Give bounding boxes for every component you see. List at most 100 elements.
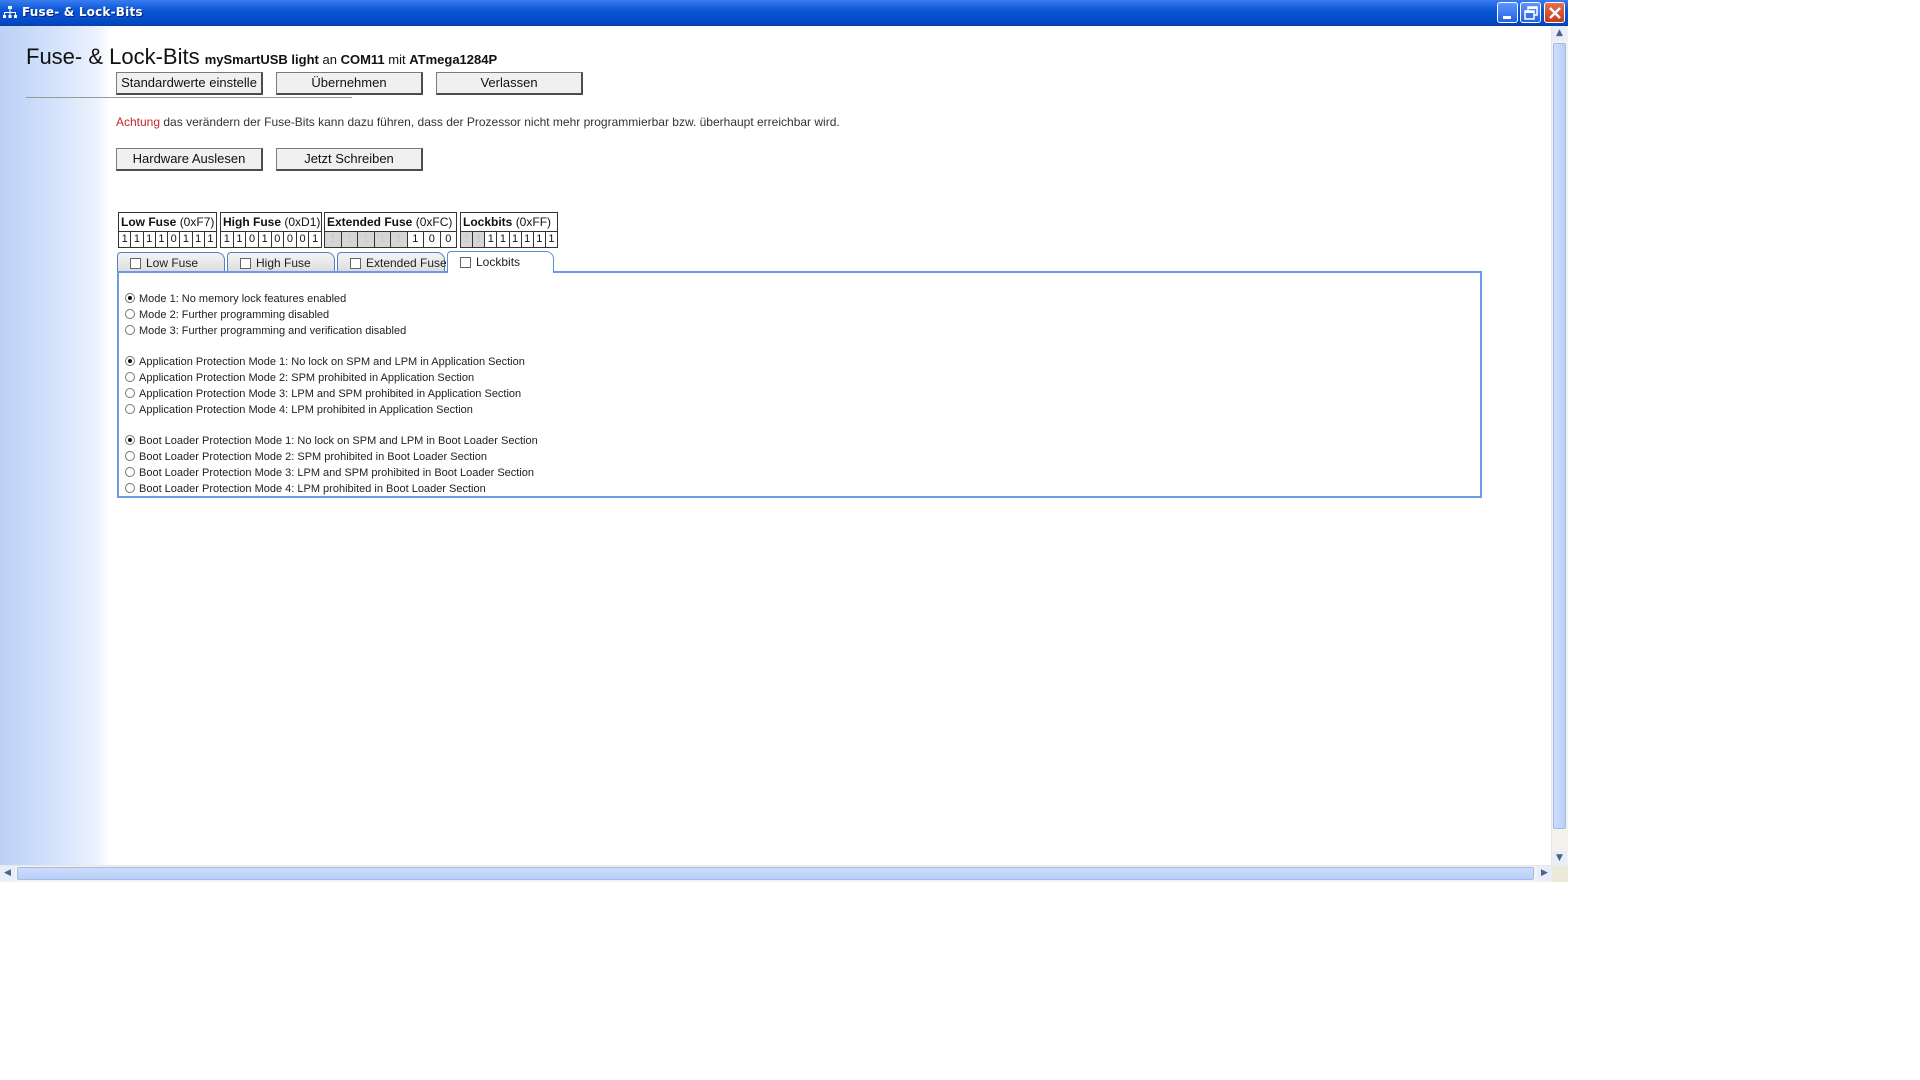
- tab-checkbox[interactable]: [350, 258, 361, 269]
- fuse-hex: (0xD1): [284, 215, 321, 229]
- fuse-bit[interactable]: 1: [205, 232, 216, 247]
- page-heading: Fuse- & Lock-Bits mySmartUSB light an CO…: [26, 44, 497, 70]
- fuse-bit[interactable]: 0: [246, 232, 259, 247]
- vertical-scrollbar[interactable]: ▲ ▼: [1551, 26, 1568, 866]
- fuse-bit[interactable]: 1: [180, 232, 193, 247]
- radio-button[interactable]: [125, 483, 135, 493]
- radio-button[interactable]: [125, 435, 135, 445]
- lockbit-option[interactable]: Mode 1: No memory lock features enabled: [125, 292, 346, 306]
- scroll-up-icon[interactable]: ▲: [1552, 26, 1567, 41]
- close-button[interactable]: [1544, 2, 1565, 23]
- option-label: Boot Loader Protection Mode 3: LPM and S…: [139, 467, 535, 479]
- lockbit-option[interactable]: Boot Loader Protection Mode 4: LPM prohi…: [125, 482, 486, 496]
- option-label: Mode 1: No memory lock features enabled: [139, 293, 347, 305]
- fuse-bit[interactable]: 1: [485, 232, 498, 247]
- apply-button[interactable]: Übernehmen: [276, 72, 423, 95]
- tab-low-fuse[interactable]: Low Fuse: [117, 252, 225, 272]
- fuse-bit[interactable]: 1: [193, 232, 205, 247]
- fuse-bit[interactable]: 0: [168, 232, 181, 247]
- fuse-bit[interactable]: 1: [259, 232, 272, 247]
- close-icon: [1549, 7, 1561, 19]
- heading-divider: [26, 97, 352, 98]
- radio-button[interactable]: [125, 293, 135, 303]
- sidebar-gradient: [0, 26, 110, 866]
- lockbit-option[interactable]: Mode 3: Further programming and verifica…: [125, 324, 406, 338]
- warning-prefix: Achtung: [116, 115, 161, 129]
- fuse-bit[interactable]: 1: [221, 232, 234, 247]
- port-name: COM11: [340, 52, 385, 67]
- fuse-name: Lockbits: [463, 215, 513, 229]
- fuse-bit[interactable]: 1: [546, 232, 557, 247]
- fuse-bit[interactable]: 1: [119, 232, 132, 247]
- exit-button[interactable]: Verlassen: [436, 72, 583, 95]
- scroll-right-icon[interactable]: ▶: [1537, 866, 1552, 881]
- restore-icon: [1524, 6, 1538, 20]
- tab-high-fuse[interactable]: High Fuse: [227, 252, 335, 272]
- defaults-button[interactable]: Standardwerte einstelle: [116, 72, 263, 95]
- lockbit-option[interactable]: Application Protection Mode 2: SPM prohi…: [125, 371, 474, 385]
- vertical-scroll-thumb[interactable]: [1553, 43, 1566, 829]
- option-label: Application Protection Mode 3: LPM and S…: [139, 388, 522, 400]
- tab-extended-fuse[interactable]: Extended Fuse: [337, 252, 447, 272]
- scroll-down-icon[interactable]: ▼: [1552, 851, 1567, 866]
- fuse-bit[interactable]: 1: [510, 232, 522, 247]
- tab-label: Lockbits: [476, 255, 521, 269]
- network-icon: [3, 6, 17, 18]
- radio-button[interactable]: [125, 372, 135, 382]
- restore-button[interactable]: [1520, 2, 1541, 23]
- option-label: Boot Loader Protection Mode 2: SPM prohi…: [139, 451, 487, 463]
- fuse-box: Low Fuse (0xF7) 1 1 1 1 0 1 1 1: [118, 212, 217, 248]
- fuse-bit[interactable]: 0: [424, 232, 441, 247]
- lockbit-option[interactable]: Boot Loader Protection Mode 2: SPM prohi…: [125, 450, 487, 464]
- fuse-bit[interactable]: 0: [272, 232, 285, 247]
- write-now-button[interactable]: Jetzt Schreiben: [276, 148, 423, 171]
- horizontal-scroll-thumb[interactable]: [17, 867, 1534, 880]
- fuse-box: Extended Fuse (0xFC) 1 1 1 1 1 1 0 0: [324, 212, 457, 248]
- fuse-bit[interactable]: 0: [297, 232, 310, 247]
- device-name: ATmega1284P: [409, 52, 498, 67]
- radio-button[interactable]: [125, 325, 135, 335]
- fuse-bit[interactable]: 0: [284, 232, 297, 247]
- option-label: Mode 3: Further programming and verifica…: [139, 325, 407, 337]
- tab-lockbits[interactable]: Lockbits: [447, 251, 554, 273]
- fuse-label: Lockbits (0xFF): [461, 213, 557, 232]
- tab-checkbox[interactable]: [460, 257, 471, 268]
- radio-button[interactable]: [125, 404, 135, 414]
- scroll-corner: [1552, 866, 1568, 882]
- fuse-bit[interactable]: 0: [441, 232, 457, 247]
- fuse-bit[interactable]: 1: [131, 232, 144, 247]
- radio-button[interactable]: [125, 356, 135, 366]
- lockbit-option[interactable]: Application Protection Mode 1: No lock o…: [125, 355, 525, 369]
- option-label: Application Protection Mode 2: SPM prohi…: [139, 372, 475, 384]
- option-label: Application Protection Mode 4: LPM prohi…: [139, 404, 473, 416]
- fuse-bit[interactable]: 1: [156, 232, 168, 247]
- fuse-bit[interactable]: 1: [408, 232, 424, 247]
- fuse-bit[interactable]: 1: [234, 232, 247, 247]
- fuse-bit[interactable]: 1: [309, 232, 321, 247]
- read-hardware-button[interactable]: Hardware Auslesen: [116, 148, 263, 171]
- option-label: Boot Loader Protection Mode 4: LPM prohi…: [139, 483, 486, 495]
- fuse-name: High Fuse: [223, 215, 282, 229]
- minimize-button[interactable]: [1497, 2, 1518, 23]
- mit-word: mit: [388, 52, 406, 67]
- lockbit-option[interactable]: Boot Loader Protection Mode 1: No lock o…: [125, 434, 538, 448]
- radio-button[interactable]: [125, 467, 135, 477]
- tab-label: Extended Fuse: [366, 256, 447, 270]
- fuse-bit[interactable]: 1: [534, 232, 546, 247]
- fuse-bit[interactable]: 1: [497, 232, 510, 247]
- lockbit-option[interactable]: Boot Loader Protection Mode 3: LPM and S…: [125, 466, 534, 480]
- fuse-bit[interactable]: 1: [144, 232, 156, 247]
- radio-button[interactable]: [125, 388, 135, 398]
- fuse-label: Low Fuse (0xF7): [119, 213, 216, 232]
- tab-checkbox[interactable]: [130, 258, 141, 269]
- radio-button[interactable]: [125, 451, 135, 461]
- tab-checkbox[interactable]: [240, 258, 251, 269]
- radio-button[interactable]: [125, 309, 135, 319]
- fuse-bit[interactable]: 1: [522, 232, 534, 247]
- horizontal-scrollbar[interactable]: ◀ ▶: [0, 865, 1552, 882]
- lockbit-option[interactable]: Application Protection Mode 3: LPM and S…: [125, 387, 521, 401]
- minimize-icon: [1503, 16, 1511, 19]
- lockbit-option[interactable]: Mode 2: Further programming disabled: [125, 308, 329, 322]
- scroll-left-icon[interactable]: ◀: [0, 866, 15, 881]
- lockbit-option[interactable]: Application Protection Mode 4: LPM prohi…: [125, 403, 473, 417]
